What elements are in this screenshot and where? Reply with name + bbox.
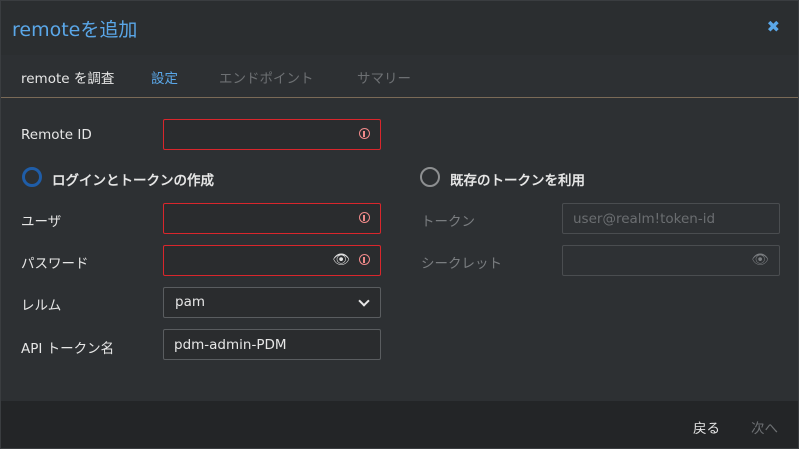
radio-login-create-token-label[interactable]: ログインとトークンの作成: [52, 169, 214, 189]
secret-field[interactable]: 👁: [562, 245, 780, 276]
password-label: パスワード: [21, 256, 89, 272]
user-label: ユーザ: [21, 214, 62, 230]
eye-icon[interactable]: 👁: [751, 252, 769, 268]
tab-settings[interactable]: 設定: [151, 67, 178, 87]
eye-icon[interactable]: 👁: [332, 252, 350, 268]
back-button[interactable]: 戻る: [693, 417, 720, 437]
realm-selected-value: pam: [175, 294, 205, 310]
tab-probe-remote[interactable]: remote を調査: [21, 67, 114, 87]
dialog-footer: 戻る 次へ: [1, 401, 798, 448]
tab-summary[interactable]: サマリー: [357, 67, 411, 87]
remote-id-label: Remote ID: [21, 127, 92, 143]
token-field[interactable]: [562, 203, 780, 234]
radio-use-existing-token[interactable]: [420, 167, 440, 187]
api-token-name-label: API トークン名: [21, 341, 115, 357]
close-icon[interactable]: ✖: [767, 17, 780, 36]
realm-select[interactable]: pam: [163, 287, 381, 318]
secret-label: シークレット: [421, 256, 502, 272]
user-input[interactable]: [164, 204, 380, 233]
radio-use-existing-token-label[interactable]: 既存のトークンを利用: [450, 169, 585, 189]
realm-label: レルム: [21, 298, 62, 314]
dialog-title: remoteを追加: [12, 19, 138, 41]
api-token-name-input[interactable]: [164, 330, 380, 359]
radio-login-create-token[interactable]: [22, 167, 42, 187]
remote-id-input[interactable]: [164, 120, 380, 149]
error-icon: [359, 128, 370, 139]
secret-input[interactable]: [563, 246, 779, 275]
token-input[interactable]: [563, 204, 779, 233]
dialog-titlebar: remoteを追加 ✖: [1, 1, 798, 55]
error-icon: [359, 212, 370, 223]
password-field[interactable]: 👁: [163, 245, 381, 276]
wizard-tabs: remote を調査 設定 エンドポイント サマリー: [1, 55, 798, 98]
add-remote-dialog: remoteを追加 ✖ remote を調査 設定 エンドポイント サマリー R…: [0, 0, 799, 449]
token-label: トークン: [421, 214, 475, 230]
remote-id-field[interactable]: [163, 119, 381, 150]
next-button[interactable]: 次へ: [751, 417, 778, 437]
tab-endpoints[interactable]: エンドポイント: [219, 67, 314, 87]
chevron-down-icon: [358, 295, 370, 307]
error-icon: [359, 254, 370, 265]
api-token-name-field[interactable]: [163, 329, 381, 360]
user-field[interactable]: [163, 203, 381, 234]
